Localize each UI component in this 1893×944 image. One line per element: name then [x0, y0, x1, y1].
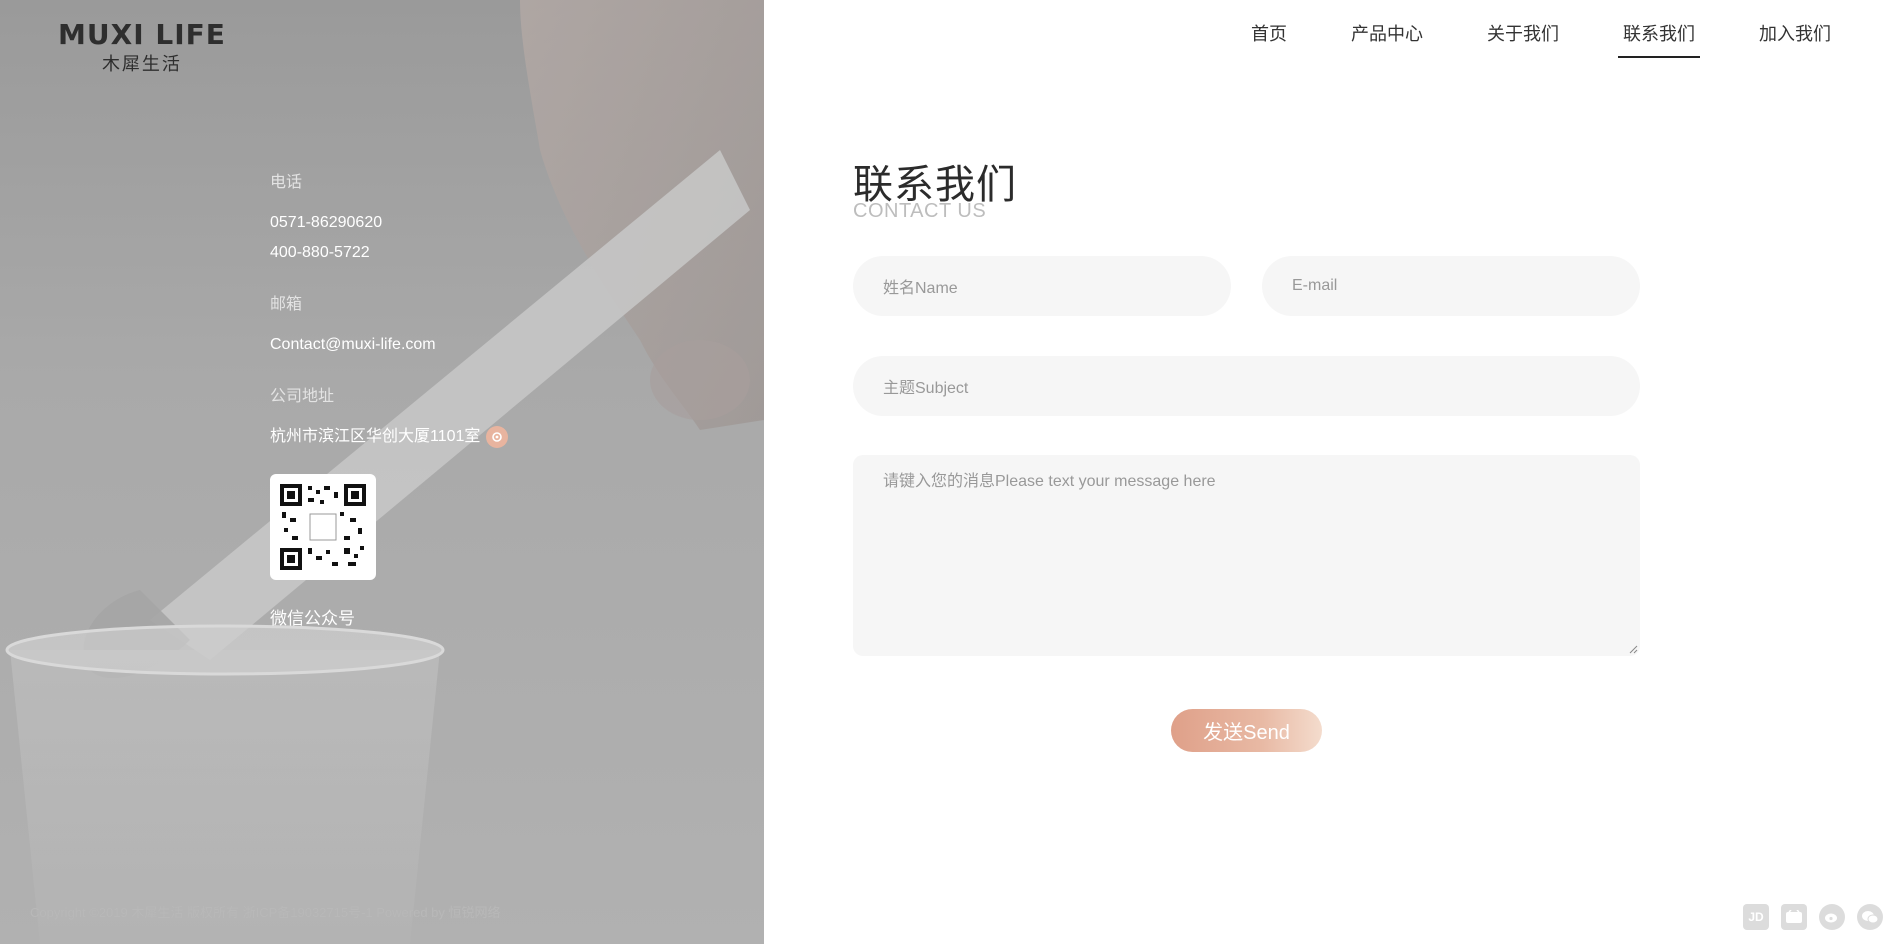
message-textarea[interactable]: 请键入您的消息Please text your message here — [853, 455, 1640, 656]
jd-icon[interactable]: JD — [1743, 904, 1769, 930]
name-input[interactable]: 姓名Name — [853, 256, 1231, 316]
email-input[interactable]: E-mail — [1262, 256, 1640, 316]
resize-handle-icon[interactable] — [1628, 644, 1638, 654]
address-block: 公司地址 杭州市滨江区华创大厦1101室 — [270, 382, 570, 452]
email-address[interactable]: Contact@muxi-life.com — [270, 330, 570, 360]
phone-label: 电话 — [270, 174, 303, 191]
wechat-icon[interactable] — [1857, 904, 1883, 930]
main-nav: 首页 产品中心 关于我们 联系我们 加入我们 — [1187, 20, 1831, 58]
email-placeholder: E-mail — [1292, 277, 1338, 294]
social-links: JD — [1743, 904, 1883, 930]
nav-item-home[interactable]: 首页 — [1251, 20, 1287, 58]
brand-logo[interactable]: MUXI LIFE 木犀生活 — [58, 18, 226, 76]
subject-placeholder: 主题Subject — [883, 380, 969, 397]
brand-name-en: MUXI LIFE — [58, 18, 226, 51]
message-placeholder: 请键入您的消息Please text your message here — [883, 473, 1216, 490]
contact-info-panel: MUXI LIFE 木犀生活 电话 0571-86290620 400-880-… — [0, 0, 764, 944]
phone-number-2: 400-880-5722 — [270, 244, 370, 261]
send-button[interactable]: 发送Send — [1171, 709, 1322, 752]
phone-block: 电话 0571-86290620 400-880-5722 — [270, 168, 570, 268]
email-block: 邮箱 Contact@muxi-life.com — [270, 290, 570, 360]
nav-item-contact[interactable]: 联系我们 — [1618, 20, 1700, 58]
phone-number-1: 0571-86290620 — [270, 214, 383, 231]
copyright-text: Copyright ©2019 木犀生活 版权所有 浙ICP备19032715号… — [30, 905, 501, 920]
nav-item-about[interactable]: 关于我们 — [1487, 20, 1559, 58]
qr-code-icon — [280, 484, 366, 570]
address-label: 公司地址 — [270, 388, 335, 405]
email-label: 邮箱 — [270, 296, 303, 313]
page-subtitle: CONTACT US — [853, 200, 987, 222]
nav-item-products[interactable]: 产品中心 — [1351, 20, 1423, 58]
subject-input[interactable]: 主题Subject — [853, 356, 1640, 416]
nav-item-join[interactable]: 加入我们 — [1759, 20, 1831, 58]
tmall-icon[interactable] — [1781, 904, 1807, 930]
brand-name-cn: 木犀生活 — [101, 54, 182, 74]
name-placeholder: 姓名Name — [883, 280, 958, 297]
weibo-icon[interactable] — [1819, 904, 1845, 930]
wechat-qr-code — [270, 474, 376, 580]
address-text: 杭州市滨江区华创大厦1101室 — [270, 428, 481, 445]
location-pin-icon[interactable] — [486, 426, 509, 448]
contact-details: 电话 0571-86290620 400-880-5722 邮箱 Contact… — [270, 168, 570, 629]
qr-caption: 微信公众号 — [270, 609, 355, 628]
